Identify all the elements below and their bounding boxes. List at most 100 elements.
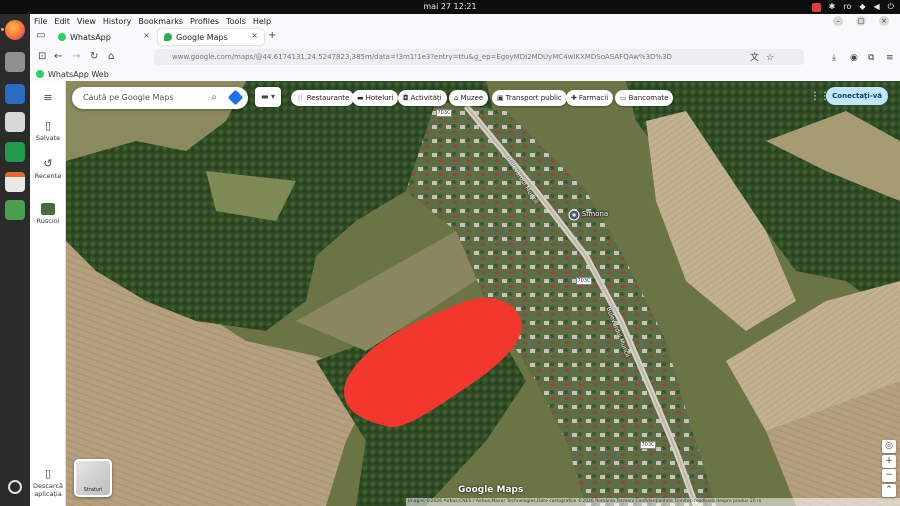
menu-history[interactable]: History (103, 17, 131, 26)
chip-label: Hoteluri (365, 94, 394, 102)
screen: mai 27 12:21 ✱ ro ◆ ◀ ⏻ File Edit View H… (0, 0, 900, 506)
chip-label: Muzee (460, 94, 484, 102)
locale-indicator[interactable]: ro (843, 1, 851, 13)
menu-bar: File Edit View History Bookmarks Profile… (30, 14, 900, 28)
place-label-simona[interactable]: Simona (582, 210, 608, 218)
museum-icon: ⌂ (454, 94, 459, 102)
clock[interactable]: mai 27 12:21 (0, 2, 900, 11)
saved-label: Salvate (35, 134, 61, 142)
chip-atms[interactable]: ▭ Bancomate (615, 90, 674, 106)
menu-profiles[interactable]: Profiles (190, 17, 219, 26)
system-tray[interactable]: ✱ ro ◆ ◀ ⏻ (811, 1, 894, 13)
tab-label: WhatsApp (70, 32, 111, 42)
road-shield: 703C (576, 277, 592, 285)
whatsapp-icon (58, 33, 66, 41)
calc-icon[interactable] (5, 142, 25, 162)
trash-icon[interactable] (5, 200, 25, 220)
layers-icon: ▬ ▾ (260, 92, 276, 101)
firefox-icon[interactable] (5, 20, 25, 40)
files-icon[interactable] (5, 52, 25, 72)
back-icon[interactable]: ← (54, 51, 62, 63)
tab-bar: ▭ WhatsApp × Google Maps × + (30, 28, 900, 46)
close-tab-icon[interactable]: × (143, 31, 150, 40)
fork-knife-icon: 🍴 (296, 94, 305, 102)
page-content: ≡ ▯ Salvate ↺ Recente Ruscioi ▯ Descarcă… (30, 81, 900, 506)
search-input[interactable]: Caută pe Google Maps (83, 93, 174, 102)
location-icon: ◎ (885, 441, 893, 451)
menu-icon[interactable]: ≡ (886, 52, 894, 64)
bookmark-icon: ▯ (44, 119, 52, 132)
download-icon[interactable]: ⤓ (832, 52, 836, 64)
url-text: www.google.com/maps/@44.6174131,24.52478… (172, 53, 672, 61)
bookmark-star-icon[interactable]: ☆ (766, 52, 774, 64)
tab-whatsapp[interactable]: WhatsApp × (52, 29, 156, 45)
map-type-button[interactable]: ▬ ▾ (255, 87, 281, 107)
menu-button[interactable]: ≡ (30, 91, 66, 106)
close-icon[interactable]: × (879, 16, 889, 26)
reload-icon[interactable]: ↻ (90, 51, 98, 63)
extensions-icon[interactable]: ⧉ (868, 52, 874, 64)
recent-place-button[interactable]: Ruscioi (30, 203, 66, 225)
system-top-bar: mai 27 12:21 ✱ ro ◆ ◀ ⏻ (0, 0, 900, 14)
maximize-icon[interactable]: □ (856, 16, 866, 26)
close-tab-icon[interactable]: × (251, 31, 258, 40)
bluetooth-icon[interactable]: ✱ (829, 1, 836, 13)
layers-toggle[interactable]: Straturi (74, 459, 112, 497)
url-bar[interactable]: www.google.com/maps/@44.6174131,24.52478… (154, 49, 804, 65)
bookmarks-bar: WhatsApp Web (30, 67, 900, 81)
search-icon[interactable]: ⌕ (211, 87, 217, 109)
chip-restaurants[interactable]: 🍴 Restaurante (291, 90, 355, 106)
minimize-icon[interactable]: – (833, 16, 843, 26)
writer-icon[interactable] (5, 84, 25, 104)
menu-edit[interactable]: Edit (54, 17, 70, 26)
record-icon[interactable] (811, 2, 821, 12)
chip-pharmacies[interactable]: ✚ Farmacii (566, 90, 614, 106)
ubuntu-icon[interactable] (8, 480, 22, 494)
chip-activities[interactable]: ◘ Activități (398, 90, 447, 106)
impress-icon[interactable] (5, 172, 25, 192)
search-app-icon[interactable] (5, 112, 25, 132)
satellite-imagery (66, 81, 900, 506)
recent-label: Recente (34, 172, 62, 180)
chip-label: Farmacii (578, 94, 609, 102)
tab-google-maps[interactable]: Google Maps × (158, 29, 264, 45)
download-app-button[interactable]: ▯ Descarcă aplicația (30, 467, 66, 498)
chip-label: Activități (410, 94, 442, 102)
chip-museums[interactable]: ⌂ Muzee (449, 90, 489, 106)
pharmacy-icon: ✚ (571, 94, 577, 102)
translate-icon[interactable]: 文 (750, 52, 759, 64)
account-icon[interactable]: ◉ (850, 52, 858, 64)
power-icon: ⏻ (887, 2, 894, 11)
forward-icon[interactable]: → (72, 51, 80, 63)
zoom-out-button[interactable]: − (882, 469, 896, 482)
maps-search-box[interactable]: Caută pe Google Maps ⌕ (72, 87, 248, 109)
tab-label: Google Maps (176, 32, 228, 42)
recent-button[interactable]: ↺ Recente (30, 157, 66, 180)
chip-hotels[interactable]: ▬ Hoteluri (352, 90, 399, 106)
chip-label: Transport public (505, 94, 562, 102)
new-tab-icon[interactable]: + (268, 30, 276, 42)
menu-file[interactable]: File (34, 17, 47, 26)
camera-icon: ◘ (403, 94, 409, 102)
phone-icon: ▯ (44, 467, 52, 480)
menu-help[interactable]: Help (253, 17, 271, 26)
bookmark-whatsapp-web[interactable]: WhatsApp Web (48, 70, 109, 79)
menu-view[interactable]: View (77, 17, 96, 26)
menu-tools[interactable]: Tools (226, 17, 246, 26)
map-attribution: Imagini ©2026 Airbus,CNES / Airbus,Maxar… (406, 498, 900, 506)
my-location-button[interactable]: ◎ (882, 440, 896, 453)
directions-icon[interactable] (227, 89, 244, 106)
saved-button[interactable]: ▯ Salvate (30, 119, 66, 142)
road-shield: 703C (640, 441, 656, 449)
home-icon[interactable]: ⌂ (108, 51, 114, 63)
sidebar-icon[interactable]: ⊡ (38, 51, 46, 63)
sign-in-button[interactable]: Conectați-vă (826, 87, 888, 105)
browser-window: File Edit View History Bookmarks Profile… (30, 14, 900, 506)
bus-icon: ▣ (497, 94, 504, 102)
chip-public-transport[interactable]: ▣ Transport public (492, 90, 567, 106)
tab-list-icon[interactable]: ▭ (36, 30, 45, 42)
zoom-in-button[interactable]: + (882, 455, 896, 468)
expand-button[interactable]: ⌃ (882, 484, 896, 497)
menu-bookmarks[interactable]: Bookmarks (138, 17, 183, 26)
satellite-map[interactable]: Caută pe Google Maps ⌕ ▬ ▾ 🍴 Restaurante … (66, 81, 900, 506)
